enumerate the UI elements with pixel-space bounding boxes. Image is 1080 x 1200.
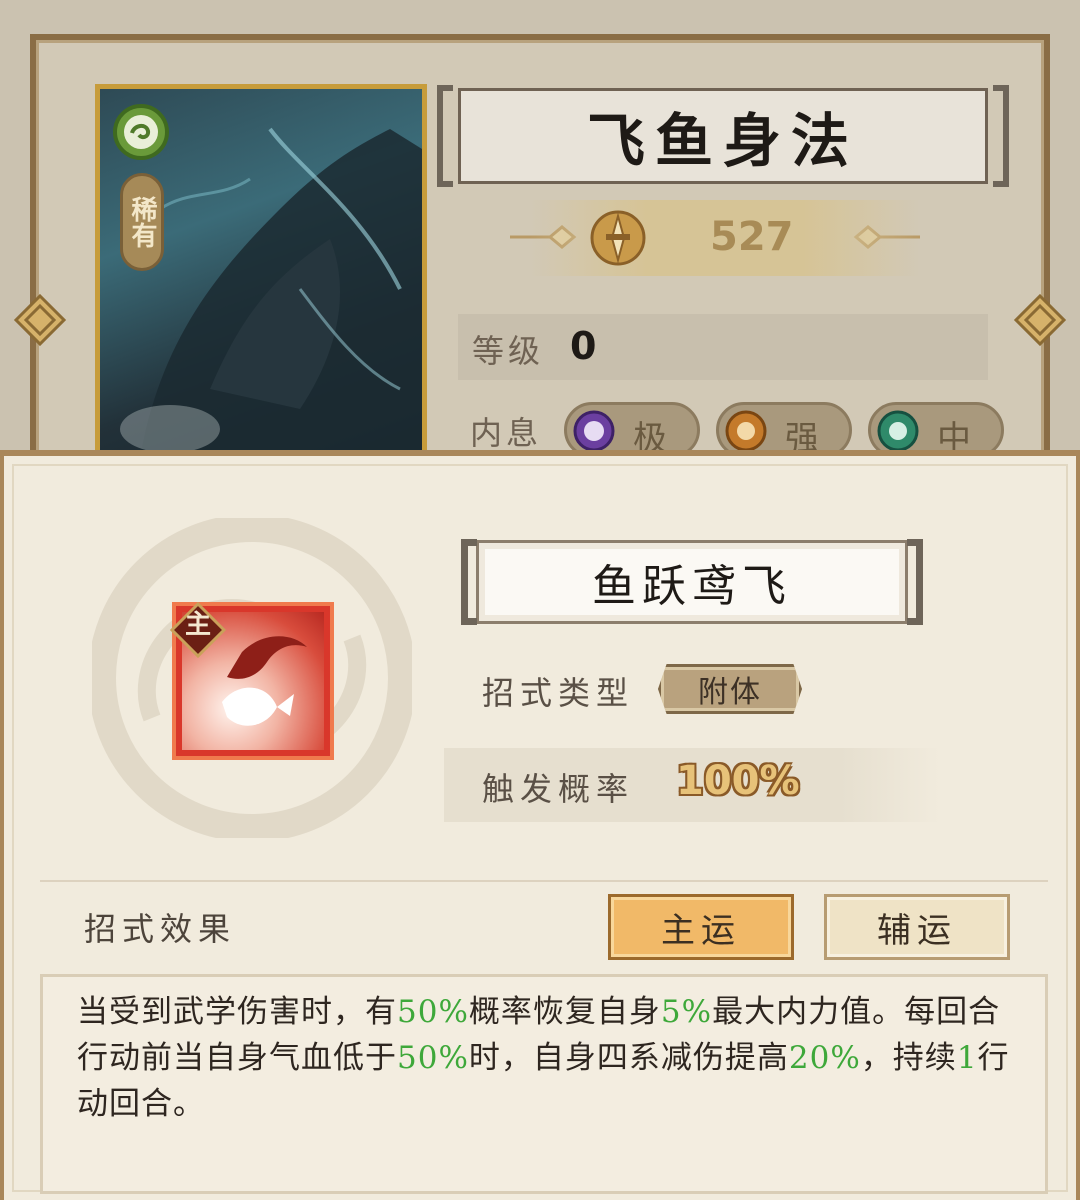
divider [40,880,1048,882]
left-arrow-icon[interactable] [12,292,68,348]
trigger-rate-value: 100% [676,758,800,804]
background-panel: 稀有 飞鱼身法 527 等级 0 内息 极 强 中 [0,0,1080,474]
skill-name-plate: 飞鱼身法 [437,85,1009,187]
move-name: 鱼跃鸢飞 [592,561,792,612]
effect-text-part: ，持续 [860,1040,957,1076]
sun-orb-icon [725,410,767,452]
move-type-badge: 附体 [658,664,802,714]
effect-text-part: 时，自身四系减伤提高 [468,1040,789,1076]
neixi-label: 内息 [470,414,543,452]
level-row: 等级 0 [458,314,988,380]
effect-highlight: 1 [956,1040,978,1076]
power-value: 527 [710,214,794,260]
tab-main-mode[interactable]: 主运 [608,894,794,960]
power-row: 527 [530,200,920,276]
bracket-right [907,539,923,625]
tab-assist-mode[interactable]: 辅运 [824,894,1010,960]
moon-orb-icon [573,410,615,452]
level-label: 等级 [472,332,545,370]
trigger-rate-label: 触发概率 [482,770,635,808]
move-name-plate: 鱼跃鸢飞 [461,539,923,625]
effect-text-part: 当受到武学伤害时，有 [77,994,397,1030]
move-detail-modal: 主 鱼跃鸢飞 招式类型 附体 触发概率 100% 招式效果 主运 辅运 当受到武… [0,450,1080,1200]
bracket-left [437,85,453,187]
effect-text-part: 概率恢复自身 [468,994,661,1030]
skill-name: 飞鱼身法 [586,107,859,175]
bracket-right [993,85,1009,187]
wind-element-icon [113,104,169,160]
effect-highlight: 20% [788,1040,861,1076]
effect-highlight: 5% [660,994,713,1030]
effect-highlight: 50% [397,1040,469,1076]
right-arrow-icon[interactable] [1012,292,1068,348]
effect-description: 当受到武学伤害时，有50%概率恢复自身5%最大内力值。每回合行动前当自身气血低于… [77,989,1017,1127]
effect-description-box: 当受到武学伤害时，有50%概率恢复自身5%最大内力值。每回合行动前当自身气血低于… [40,974,1048,1194]
skill-card-art: 稀有 [95,84,427,464]
effect-highlight: 50% [397,994,469,1030]
move-type-label: 招式类型 [482,674,635,712]
trigger-rate-row: 触发概率 100% [444,748,940,822]
main-role-text: 主 [184,610,211,640]
jade-orb-icon [877,410,919,452]
sword-power-icon [590,210,646,266]
bracket-left [461,539,477,625]
rarity-text: 稀有 [127,196,157,248]
level-value: 0 [570,324,597,368]
rarity-tag: 稀有 [120,173,164,271]
effect-label: 招式效果 [84,910,237,948]
